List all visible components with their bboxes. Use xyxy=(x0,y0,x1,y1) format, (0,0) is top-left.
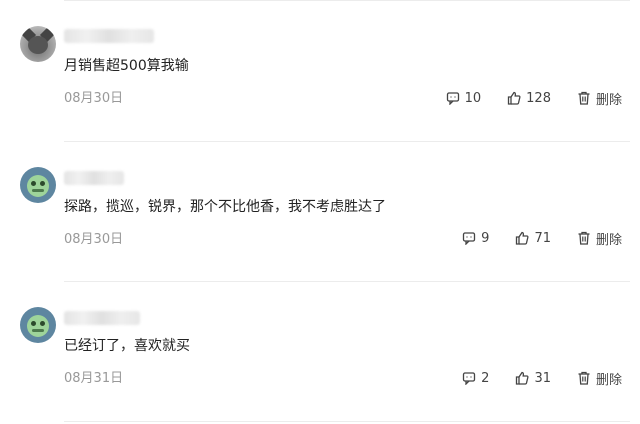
like-button[interactable]: 31 xyxy=(515,371,551,386)
reply-button[interactable]: 9 xyxy=(462,231,489,246)
like-count: 71 xyxy=(534,230,551,246)
comment-icon xyxy=(463,372,476,385)
comment-date: 08月30日 xyxy=(64,232,124,247)
delete-button[interactable]: 删除 xyxy=(577,229,622,248)
comment-divider xyxy=(64,421,630,422)
comment-icon xyxy=(446,92,459,105)
comment-text: 探路，揽巡，锐界，那个不比他香，我不考虑胜达了 xyxy=(64,199,386,215)
like-button[interactable]: 71 xyxy=(515,231,551,246)
trash-icon xyxy=(578,91,590,105)
avatar-face xyxy=(27,315,49,337)
user-avatar[interactable] xyxy=(20,26,56,62)
trash-icon xyxy=(578,371,590,385)
comment-icon xyxy=(463,232,476,245)
comment-date: 08月30日 xyxy=(64,91,124,106)
comment-item: 已经订了，喜欢就买 08月31日 2 31 删除 xyxy=(0,281,640,421)
comment-text: 已经订了，喜欢就买 xyxy=(64,338,190,354)
comment-text: 月销售超500算我输 xyxy=(64,58,189,74)
reply-button[interactable]: 2 xyxy=(462,371,489,386)
comment-date: 08月31日 xyxy=(64,371,124,386)
thumbs-up-icon xyxy=(508,91,521,105)
username-blurred[interactable] xyxy=(64,311,140,325)
delete-button[interactable]: 删除 xyxy=(577,89,622,108)
delete-label: 删除 xyxy=(595,92,622,108)
comment-item: 月销售超500算我输 08月30日 10 128 删除 xyxy=(0,0,640,140)
reply-count: 2 xyxy=(481,370,490,386)
thumbs-up-icon xyxy=(516,231,529,245)
username-blurred[interactable] xyxy=(64,29,154,43)
comment-actions: 2 31 删除 xyxy=(444,369,622,388)
like-count: 31 xyxy=(534,370,551,386)
user-avatar[interactable] xyxy=(20,167,56,203)
comment-actions: 10 128 删除 xyxy=(428,89,622,108)
avatar-face xyxy=(27,175,49,197)
delete-label: 删除 xyxy=(595,232,622,248)
user-avatar[interactable] xyxy=(20,307,56,343)
reply-count: 9 xyxy=(481,230,490,246)
thumbs-up-icon xyxy=(516,371,529,385)
delete-label: 删除 xyxy=(595,372,622,388)
comment-item: 探路，揽巡，锐界，那个不比他香，我不考虑胜达了 08月30日 9 71 删除 xyxy=(0,141,640,281)
like-count: 128 xyxy=(526,90,551,106)
reply-count: 10 xyxy=(464,90,482,106)
like-button[interactable]: 128 xyxy=(507,91,551,106)
delete-button[interactable]: 删除 xyxy=(577,369,622,388)
avatar-face xyxy=(28,36,48,54)
username-blurred[interactable] xyxy=(64,171,124,185)
trash-icon xyxy=(578,231,590,245)
comment-actions: 9 71 删除 xyxy=(444,229,622,248)
reply-button[interactable]: 10 xyxy=(446,90,482,106)
